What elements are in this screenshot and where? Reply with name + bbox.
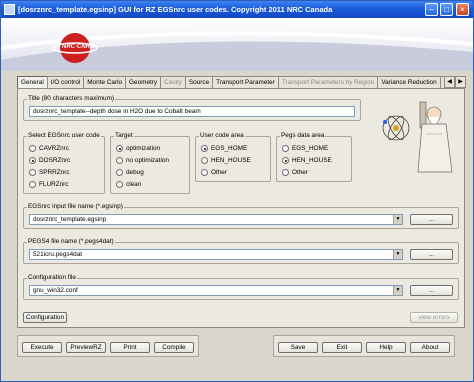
title-input[interactable]: dosrznrc_template--depth dose in H2O due… xyxy=(29,106,355,117)
config-file-browse-button[interactable]: ... xyxy=(410,285,453,296)
app-icon xyxy=(4,4,15,15)
tab-monte-carlo[interactable]: Monte Carlo xyxy=(83,76,127,88)
atom-nucleus xyxy=(393,125,399,131)
help-button[interactable]: Help xyxy=(366,342,406,353)
minimize-icon[interactable]: – xyxy=(425,3,438,16)
atom-electron xyxy=(383,120,387,124)
input-file-combo[interactable]: dosrznrc_template.egsinp ▼ xyxy=(29,214,403,225)
app-window: [dosrznrc_template.egsinp] GUI for RZ EG… xyxy=(0,0,474,382)
radio-uc-other-label: Other xyxy=(211,169,227,176)
input-file-value: dosrznrc_template.egsinp xyxy=(33,216,107,223)
config-file-value: gnu_win32.conf xyxy=(33,287,78,294)
radio-uc-hen-house[interactable] xyxy=(201,157,208,164)
radio-uc-egs-home-label: EGS_HOME xyxy=(211,145,248,152)
config-file-dropdown-icon[interactable]: ▼ xyxy=(393,286,402,295)
save-button[interactable]: Save xyxy=(278,342,318,353)
execute-button[interactable]: Execute xyxy=(22,342,62,353)
radio-clean-label: clean xyxy=(126,181,142,188)
radio-no-optimization[interactable] xyxy=(116,157,123,164)
pegs-area-label: Pegs data area xyxy=(280,132,326,140)
tab-strip: General I/O control Monte Carlo Geometry… xyxy=(17,76,465,89)
radio-sprrznrc-label: SPRRZnrc xyxy=(39,169,70,176)
pegs-file-group: PEGS4 file name (*.pegs4dat) 521icru.peg… xyxy=(23,238,459,264)
usercode-area-label: User code area xyxy=(199,132,245,140)
usercode-area-group: User code area EGS_HOME HEN_HOUSE Other xyxy=(195,132,271,182)
usercode-group-label: Select EGSnrc user code xyxy=(27,132,101,140)
radio-pegs-other[interactable] xyxy=(282,169,289,176)
tab-transport-parameter[interactable]: Transport Parameter xyxy=(212,76,279,88)
tab-scroll-right-icon[interactable]: ▶ xyxy=(455,76,466,88)
pegs-file-label: PEGS4 file name (*.pegs4dat) xyxy=(27,238,115,246)
general-panel: Title (80 characters maximum) dosrznrc_t… xyxy=(17,88,465,328)
config-file-label: Configuration file xyxy=(27,274,77,282)
usercode-group: Select EGSnrc user code CAVRZnrc DOSRZnr… xyxy=(23,132,105,194)
input-file-group: EGSnrc input file name (*.egsinp) dosrzn… xyxy=(23,203,459,229)
maximize-icon[interactable]: □ xyxy=(440,3,453,16)
window-title: [dosrznrc_template.egsinp] GUI for RZ EG… xyxy=(18,5,333,14)
title-group: Title (80 characters maximum) dosrznrc_t… xyxy=(23,95,361,121)
title-group-label: Title (80 characters maximum) xyxy=(27,95,116,103)
input-file-label: EGSnrc input file name (*.egsinp) xyxy=(27,203,124,211)
view-errors-button[interactable]: view errors xyxy=(410,312,458,323)
app-actions-group: Save Exit Help About xyxy=(273,335,455,357)
about-button[interactable]: About xyxy=(410,342,450,353)
configuration-button[interactable]: Configuration xyxy=(23,312,67,323)
tab-scroll-arrows: ◀ ▶ xyxy=(444,76,466,88)
radio-pegs-egs-home[interactable] xyxy=(282,145,289,152)
radio-dosrznrc-label: DOSRZnrc xyxy=(39,157,71,164)
pegs-file-combo[interactable]: 521icru.pegs4dat ▼ xyxy=(29,249,403,260)
config-file-combo[interactable]: gnu_win32.conf ▼ xyxy=(29,285,403,296)
mascot-robe xyxy=(417,123,453,173)
radio-clean[interactable] xyxy=(116,181,123,188)
banner: NRC·CNRC xyxy=(1,18,473,71)
tab-geometry[interactable]: Geometry xyxy=(125,76,162,88)
radio-no-optimization-label: no optimization xyxy=(126,157,169,164)
pegs-area-group: Pegs data area EGS_HOME HEN_HOUSE Other xyxy=(276,132,352,182)
radio-cavrznrc[interactable] xyxy=(29,145,36,152)
nrc-logo-text: NRC·CNRC xyxy=(62,44,95,50)
radio-uc-egs-home[interactable] xyxy=(201,145,208,152)
pegs-file-dropdown-icon[interactable]: ▼ xyxy=(393,250,402,259)
run-actions-group: Execute PreviewRZ Print Compile xyxy=(17,335,199,357)
radio-flurznrc[interactable] xyxy=(29,181,36,188)
config-file-group: Configuration file gnu_win32.conf ▼ ... xyxy=(23,274,459,300)
radio-optimization-label: optimization xyxy=(126,145,161,152)
pegs-file-browse-button[interactable]: ... xyxy=(410,249,453,260)
radio-optimization[interactable] xyxy=(116,145,123,152)
radio-cavrznrc-label: CAVRZnrc xyxy=(39,145,70,152)
radio-pegs-hen-house[interactable] xyxy=(282,157,289,164)
mascot-illustration xyxy=(382,101,453,173)
input-file-browse-button[interactable]: ... xyxy=(410,214,453,225)
print-button[interactable]: Print xyxy=(110,342,150,353)
input-file-dropdown-icon[interactable]: ▼ xyxy=(393,215,402,224)
radio-pegs-other-label: Other xyxy=(292,169,308,176)
radio-sprrznrc[interactable] xyxy=(29,169,36,176)
preview-rz-button[interactable]: PreviewRZ xyxy=(66,342,106,353)
radio-flurznrc-label: FLURZnrc xyxy=(39,181,69,188)
tab-transport-parameters-by-region[interactable]: Transport Parameters by Region xyxy=(277,76,379,88)
exit-button[interactable]: Exit xyxy=(322,342,362,353)
tab-source[interactable]: Source xyxy=(184,76,214,88)
tab-cavity[interactable]: Cavity xyxy=(160,76,186,88)
title-bar[interactable]: [dosrznrc_template.egsinp] GUI for RZ EG… xyxy=(1,1,473,18)
tab-variance-reduction[interactable]: Variance Reduction xyxy=(377,76,441,88)
radio-pegs-hen-house-label: HEN_HOUSE xyxy=(292,157,332,164)
close-icon[interactable]: × xyxy=(456,3,469,16)
radio-debug-label: debug xyxy=(126,169,144,176)
compile-button[interactable]: Compile xyxy=(154,342,194,353)
radio-uc-hen-house-label: HEN_HOUSE xyxy=(211,157,251,164)
radio-uc-other[interactable] xyxy=(201,169,208,176)
tab-io-control[interactable]: I/O control xyxy=(46,76,85,88)
tab-scroll-left-icon[interactable]: ◀ xyxy=(444,76,455,88)
radio-debug[interactable] xyxy=(116,169,123,176)
pegs-file-value: 521icru.pegs4dat xyxy=(33,251,83,258)
target-group: Target optimization no optimization debu… xyxy=(110,132,190,194)
radio-pegs-egs-home-label: EGS_HOME xyxy=(292,145,329,152)
radio-dosrznrc[interactable] xyxy=(29,157,36,164)
target-group-label: Target xyxy=(114,132,134,140)
